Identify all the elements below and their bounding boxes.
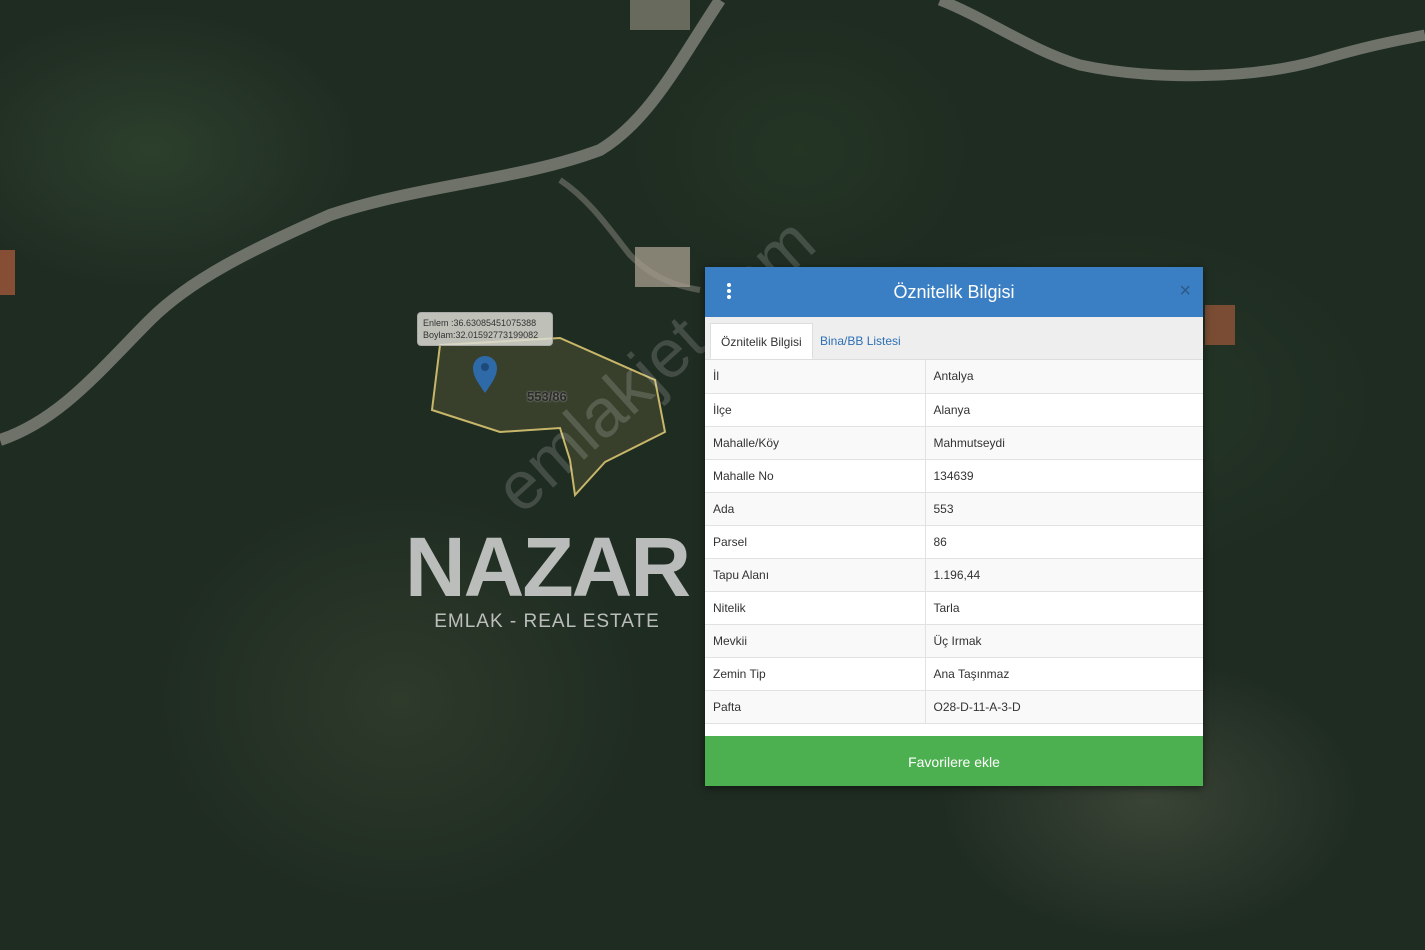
coordinate-tooltip: Enlem :36.63085451075388 Boylam:32.01592… <box>417 312 553 346</box>
row-value: Antalya <box>925 360 1203 394</box>
tab-building-list[interactable]: Bina/BB Listesi <box>810 323 911 359</box>
brand-watermark: NAZAR EMLAK - REAL ESTATE <box>402 525 692 633</box>
row-value: 553 <box>925 492 1203 526</box>
row-key: Tapu Alanı <box>705 558 926 592</box>
table-row: Mahalle No 134639 <box>705 459 1203 493</box>
row-value: 86 <box>925 525 1203 559</box>
row-value: O28-D-11-A-3-D <box>925 690 1203 724</box>
building <box>635 247 690 287</box>
row-key: İl <box>705 360 926 394</box>
road <box>937 0 1425 82</box>
row-key: Mevkii <box>705 624 926 658</box>
row-value: Üç Irmak <box>925 624 1203 658</box>
row-value: Alanya <box>925 393 1203 427</box>
tab-bar: Öznitelik Bilgisi Bina/BB Listesi <box>705 317 1203 360</box>
table-row: İl Antalya <box>705 360 1203 394</box>
brand-logo-text: NAZAR <box>405 520 691 614</box>
row-key: Pafta <box>705 690 926 724</box>
row-value: 134639 <box>925 459 1203 493</box>
table-row: Zemin Tip Ana Taşınmaz <box>705 657 1203 691</box>
table-row: Parsel 86 <box>705 525 1203 559</box>
row-key: İlçe <box>705 393 926 427</box>
table-row: Nitelik Tarla <box>705 591 1203 625</box>
table-row: Ada 553 <box>705 492 1203 526</box>
building <box>1205 305 1235 345</box>
latitude-text: Enlem :36.63085451075388 <box>423 318 537 328</box>
table-row: Pafta O28-D-11-A-3-D <box>705 690 1203 724</box>
panel-header: Öznitelik Bilgisi × <box>705 267 1203 317</box>
table-row: İlçe Alanya <box>705 393 1203 427</box>
row-key: Mahalle/Köy <box>705 426 926 460</box>
close-icon[interactable]: × <box>1179 280 1191 303</box>
row-value: Mahmutseydi <box>925 426 1203 460</box>
row-value: Tarla <box>925 591 1203 625</box>
attribute-table: İl Antalya İlçe Alanya Mahalle/Köy Mahmutse… <box>705 360 1203 724</box>
tab-attribute-info[interactable]: Öznitelik Bilgisi <box>710 323 813 359</box>
longitude-text: Boylam:32.01592773199082 <box>423 330 539 340</box>
row-key: Ada <box>705 492 926 526</box>
attribute-panel: Öznitelik Bilgisi × Öznitelik Bilgisi Bi… <box>705 267 1203 786</box>
building <box>630 0 690 30</box>
panel-title: Öznitelik Bilgisi <box>893 282 1015 302</box>
row-key: Parsel <box>705 525 926 559</box>
row-value: Ana Taşınmaz <box>925 657 1203 691</box>
brand-tagline: EMLAK - REAL ESTATE <box>434 611 660 632</box>
add-to-favorites-button[interactable]: Favorilere ekle <box>705 736 1203 786</box>
table-row: Mahalle/Köy Mahmutseydi <box>705 426 1203 460</box>
table-row: Tapu Alanı 1.196,44 <box>705 558 1203 592</box>
row-value: 1.196,44 <box>925 558 1203 592</box>
row-key: Nitelik <box>705 591 926 625</box>
row-key: Mahalle No <box>705 459 926 493</box>
building <box>0 250 15 295</box>
table-row: Mevkii Üç Irmak <box>705 624 1203 658</box>
row-key: Zemin Tip <box>705 657 926 691</box>
